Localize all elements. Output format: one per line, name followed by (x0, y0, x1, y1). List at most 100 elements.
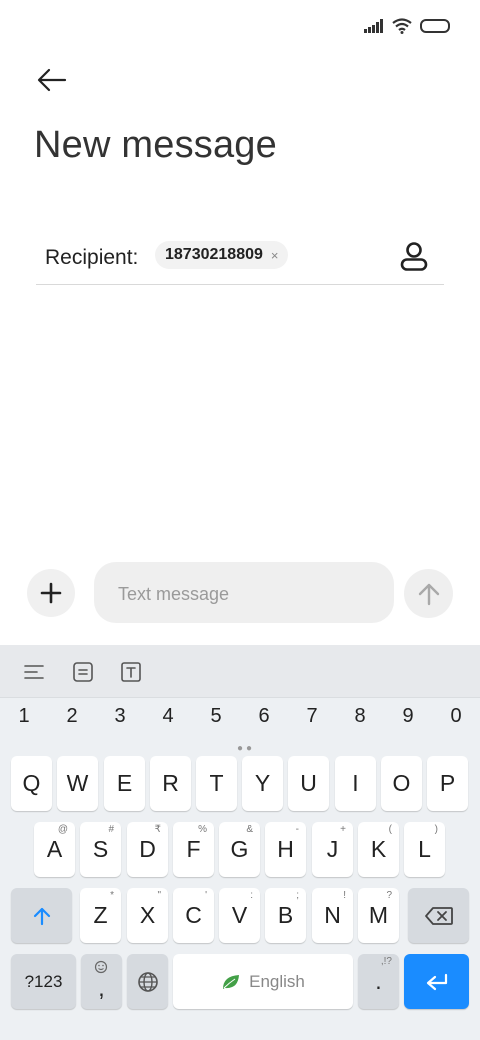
key-i[interactable]: I (335, 756, 376, 811)
key-b[interactable]: ; B (265, 888, 306, 943)
align-icon[interactable] (23, 661, 45, 683)
key-f-hint: % (198, 824, 207, 835)
page-indicator: ●● (237, 743, 256, 754)
wifi-icon (392, 18, 412, 34)
key-v-hint: : (250, 890, 253, 901)
key-x-hint: " (157, 890, 161, 901)
backspace-icon (424, 906, 453, 925)
language-key[interactable] (127, 954, 168, 1009)
key-4[interactable]: 4 (148, 705, 188, 728)
recipient-row[interactable]: Recipient: 18730218809 × (36, 230, 444, 285)
key-b-hint: ; (296, 890, 299, 901)
key-k[interactable]: (K (358, 822, 399, 877)
enter-key[interactable] (404, 954, 469, 1009)
key-v-label: V (231, 902, 248, 928)
leaf-icon (223, 974, 240, 989)
key-u[interactable]: U (288, 756, 329, 811)
status-icons (364, 18, 450, 34)
number-row: 1 2 3 4 5 6 7 8 9 0 (0, 705, 480, 741)
globe-icon (137, 971, 158, 992)
key-k-hint: ( (388, 824, 392, 835)
attach-button[interactable] (27, 569, 75, 617)
key-b-label: B (277, 902, 294, 928)
back-button[interactable] (34, 64, 70, 96)
message-input[interactable] (118, 580, 378, 608)
send-button[interactable] (404, 569, 453, 618)
key-3[interactable]: 3 (100, 705, 140, 728)
key-l[interactable]: ) L (404, 822, 445, 877)
key-a-label: A (46, 836, 63, 862)
key-z-label: Z (93, 902, 108, 928)
emoji-icon (94, 960, 108, 974)
key-p[interactable]: P (427, 756, 468, 811)
key-j-label: J (326, 836, 339, 862)
page-title: New message (34, 124, 277, 166)
key-1[interactable]: 1 (4, 705, 44, 728)
comma-label: , (98, 975, 105, 1001)
chip-remove-icon[interactable]: × (271, 248, 279, 263)
key-9[interactable]: 9 (388, 705, 428, 728)
key-7[interactable]: 7 (292, 705, 332, 728)
clipboard-icon[interactable] (72, 661, 94, 683)
key-g[interactable]: & G (219, 822, 260, 877)
key-a-hint: @ (57, 824, 68, 835)
text-format-icon[interactable] (120, 661, 142, 683)
period-hint: ,!? (380, 956, 392, 967)
key-n[interactable]: ! N (312, 888, 353, 943)
key-m-hint: ? (386, 890, 392, 901)
key-t[interactable]: T (196, 756, 237, 811)
key-c[interactable]: ' C (173, 888, 214, 943)
key-e[interactable]: E (104, 756, 145, 811)
compose-bar (0, 560, 480, 626)
key-c-label: C (185, 902, 202, 928)
enter-icon (426, 973, 447, 990)
recipient-chip-number: 18730218809 (165, 246, 263, 263)
key-o[interactable]: O (381, 756, 422, 811)
key-d[interactable]: ₹ D (127, 822, 168, 877)
contact-picker-button[interactable] (398, 240, 430, 272)
key-h[interactable]: -H (265, 822, 306, 877)
key-a[interactable]: @ A (34, 822, 75, 877)
plus-icon (40, 582, 62, 604)
signal-icon (364, 19, 383, 33)
message-field[interactable] (94, 562, 394, 623)
key-c-hint: ' (205, 890, 207, 901)
keyboard-toolbar (0, 645, 480, 698)
key-m-label: M (368, 902, 389, 928)
key-0[interactable]: 0 (436, 705, 476, 728)
key-s[interactable]: # S (80, 822, 121, 877)
space-key[interactable]: English (173, 954, 353, 1009)
symbols-key[interactable]: ?123 (11, 954, 76, 1009)
key-h-label: H (277, 836, 294, 862)
key-x[interactable]: " X (127, 888, 168, 943)
key-s-label: S (92, 836, 109, 862)
recipient-label: Recipient: (45, 246, 139, 269)
shift-key[interactable] (11, 888, 72, 943)
recipient-chip[interactable]: 18730218809 × (155, 241, 289, 269)
key-y[interactable]: Y (242, 756, 283, 811)
key-x-label: X (139, 902, 156, 928)
key-z[interactable]: * Z (80, 888, 121, 943)
key-l-hint: ) (434, 824, 438, 835)
key-g-hint: & (246, 824, 253, 835)
key-8[interactable]: 8 (340, 705, 380, 728)
key-r[interactable]: R (150, 756, 191, 811)
period-label: . (375, 968, 382, 994)
person-icon (400, 242, 428, 271)
key-j-hint: + (340, 824, 346, 835)
key-q[interactable]: Q (11, 756, 52, 811)
key-2[interactable]: 2 (52, 705, 92, 728)
key-f[interactable]: % F (173, 822, 214, 877)
battery-icon (420, 19, 450, 33)
key-g-label: G (230, 836, 249, 862)
key-v[interactable]: :V (219, 888, 260, 943)
key-6[interactable]: 6 (244, 705, 284, 728)
backspace-key[interactable] (408, 888, 469, 943)
space-language-label: English (249, 971, 305, 991)
period-key[interactable]: ,!? . (358, 954, 399, 1009)
key-5[interactable]: 5 (196, 705, 236, 728)
key-j[interactable]: + J (312, 822, 353, 877)
key-m[interactable]: ? M (358, 888, 399, 943)
key-w[interactable]: W (57, 756, 98, 811)
comma-key[interactable]: , (81, 954, 122, 1009)
